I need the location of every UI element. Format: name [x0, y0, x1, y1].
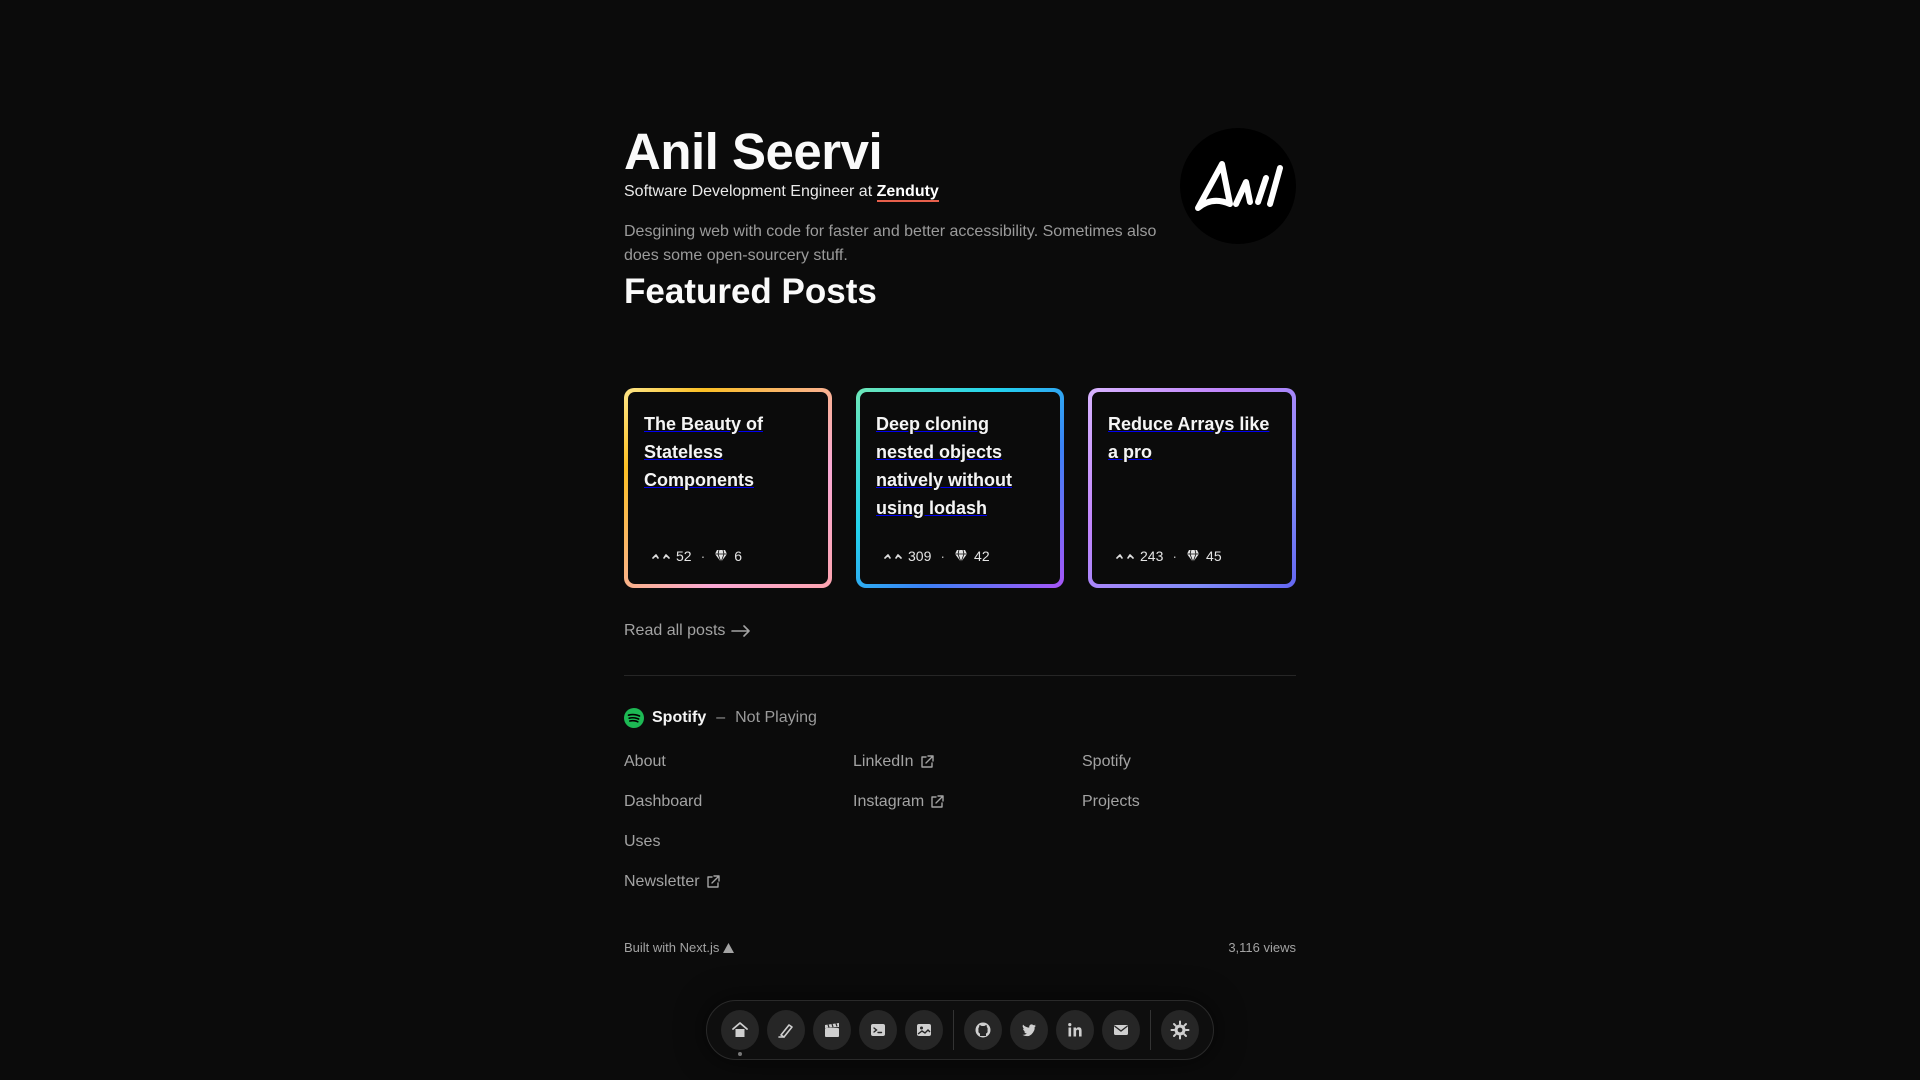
- views-icon: [652, 554, 670, 559]
- dock-photos-button[interactable]: [905, 1010, 944, 1050]
- footer-links-col-2: LinkedIn Instagram: [853, 752, 1082, 892]
- main-content: Anil Seervi Software Development Enginee…: [624, 122, 1296, 955]
- view-count: 3,116 views: [1228, 940, 1296, 955]
- post-card-body: Reduce Arrays like a pro 243 · 45: [1092, 392, 1292, 584]
- dock-github-button[interactable]: [964, 1010, 1003, 1050]
- company-link[interactable]: Zenduty: [876, 183, 939, 202]
- footer-links-col-1: About Dashboard Uses Newsletter: [624, 752, 853, 892]
- diamond-icon: [955, 549, 968, 563]
- bio: Desgining web with code for faster and b…: [624, 223, 1157, 264]
- writing-icon: [778, 1024, 793, 1038]
- footer-link-label: Newsletter: [624, 873, 700, 890]
- dock-terminal-button[interactable]: [859, 1010, 898, 1050]
- post-card-body: The Beauty of Stateless Components 52 · …: [628, 392, 828, 584]
- post-likes: 42: [974, 548, 990, 564]
- footer-link-newsletter[interactable]: Newsletter: [624, 872, 853, 892]
- dock-projects-button[interactable]: [813, 1010, 852, 1050]
- post-card-body: Deep cloning nested objects natively wit…: [860, 392, 1060, 584]
- diamond-icon: [1187, 549, 1200, 563]
- spotify-dash: –: [716, 709, 726, 726]
- dock-linkedin-button[interactable]: [1056, 1010, 1095, 1050]
- footer-links-col-3: Spotify Projects: [1082, 752, 1296, 892]
- photos-icon: [917, 1024, 932, 1036]
- logo-signature-icon: [1195, 161, 1283, 211]
- post-stats: 52 · 6: [652, 548, 742, 564]
- post-stats: 309 · 42: [884, 548, 990, 564]
- avatar: [1180, 128, 1296, 244]
- external-link-icon: [931, 795, 944, 808]
- stat-separator: ·: [700, 548, 706, 564]
- role-text: Software Development Engineer at: [624, 183, 873, 200]
- settings-icon: [1170, 1020, 1190, 1040]
- arrow-right-icon: [731, 625, 751, 637]
- terminal-icon: [871, 1024, 886, 1036]
- divider: [624, 675, 1296, 676]
- footer-link-projects[interactable]: Projects: [1082, 792, 1296, 812]
- post-title: Reduce Arrays like a pro: [1108, 414, 1270, 462]
- dock-theme-button[interactable]: [1161, 1010, 1200, 1050]
- dock: [706, 1000, 1214, 1060]
- footer-link-linkedin[interactable]: LinkedIn: [853, 752, 1082, 772]
- stat-separator: ·: [1172, 548, 1178, 564]
- footer-link-uses[interactable]: Uses: [624, 832, 853, 852]
- spotify-status: Not Playing: [735, 709, 817, 726]
- post-views: 309: [908, 548, 932, 564]
- footer-link-dashboard[interactable]: Dashboard: [624, 792, 853, 812]
- read-all-label: Read all posts: [624, 622, 726, 639]
- page: Anil Seervi Software Development Enginee…: [0, 0, 1920, 1080]
- views-icon: [884, 554, 902, 559]
- footer-link-about[interactable]: About: [624, 752, 853, 772]
- footer-link-spotify[interactable]: Spotify: [1082, 752, 1296, 772]
- built-with: Built with Next.js: [624, 940, 735, 955]
- post-card[interactable]: Deep cloning nested objects natively wit…: [856, 388, 1064, 588]
- read-all-posts-link[interactable]: Read all posts: [624, 622, 751, 640]
- hero: Anil Seervi Software Development Enginee…: [624, 122, 1296, 282]
- post-title: Deep cloning nested objects natively wit…: [876, 414, 1013, 518]
- footer-links: About Dashboard Uses Newsletter LinkedIn…: [624, 752, 1296, 892]
- external-link-icon: [920, 755, 934, 768]
- built-with-text: Built with Next.js: [624, 940, 720, 955]
- footer-link-instagram[interactable]: Instagram: [853, 792, 1082, 812]
- post-title: The Beauty of Stateless Components: [644, 414, 764, 490]
- linkedin-icon: [1068, 1023, 1082, 1037]
- dock-mail-button[interactable]: [1102, 1010, 1141, 1050]
- post-card[interactable]: The Beauty of Stateless Components 52 · …: [624, 388, 832, 588]
- github-icon: [975, 1022, 991, 1038]
- dock-home-button[interactable]: [721, 1010, 760, 1056]
- dock-twitter-button[interactable]: [1010, 1010, 1049, 1050]
- post-card[interactable]: Reduce Arrays like a pro 243 · 45: [1088, 388, 1296, 588]
- footer-link-label: Instagram: [853, 793, 925, 810]
- triangle-icon: [723, 942, 735, 953]
- diamond-icon: [715, 549, 728, 563]
- views-icon: [1116, 554, 1134, 559]
- spotify-now-playing: Spotify – Not Playing: [624, 708, 817, 728]
- post-likes: 6: [734, 548, 743, 564]
- post-likes: 45: [1206, 548, 1222, 564]
- footer-link-label: LinkedIn: [853, 753, 914, 770]
- twitter-icon: [1022, 1024, 1037, 1037]
- dock-separator: [953, 1010, 955, 1050]
- external-link-icon: [706, 875, 720, 888]
- post-stats: 243 · 45: [1116, 548, 1222, 564]
- home-icon: [732, 1022, 748, 1037]
- mail-icon: [1114, 1025, 1129, 1035]
- stat-separator: ·: [940, 548, 946, 564]
- dock-separator: [1150, 1010, 1152, 1050]
- featured-posts: The Beauty of Stateless Components 52 · …: [624, 388, 1296, 588]
- clapper-icon: [825, 1023, 840, 1037]
- spotify-label: Spotify: [652, 709, 707, 726]
- dock-writing-button[interactable]: [767, 1010, 806, 1050]
- post-views: 52: [676, 548, 692, 564]
- spotify-icon: [624, 708, 644, 728]
- post-views: 243: [1140, 548, 1164, 564]
- section-title-featured: Featured Posts: [624, 272, 877, 311]
